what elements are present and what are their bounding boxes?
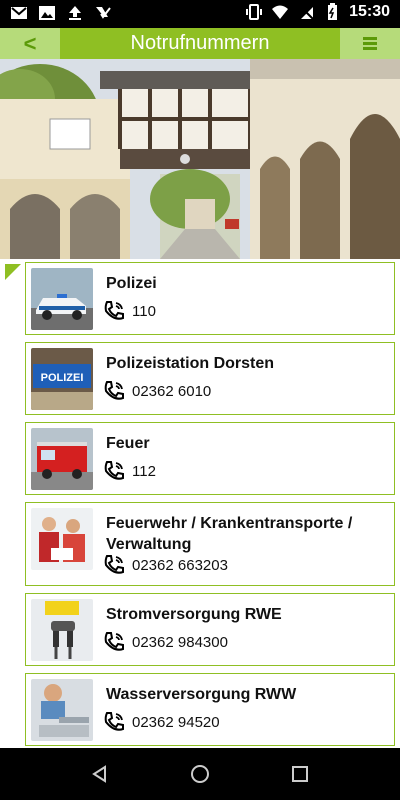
phone-number: 02362 6010 — [132, 382, 212, 400]
list-item[interactable]: Feuer 112 — [25, 422, 395, 495]
menu-button[interactable] — [340, 28, 400, 59]
contact-list: Polizei 110 POLIZEI Polizeistation Dorst… — [25, 262, 395, 790]
system-navigation-bar — [0, 748, 400, 800]
wifi-icon — [272, 5, 289, 19]
water-tap-photo — [31, 679, 93, 741]
contact-name: Feuerwehr / Krankentransporte / Verwaltun… — [106, 515, 353, 553]
upload-icon — [69, 6, 81, 20]
home-circle-icon[interactable] — [190, 764, 210, 784]
phone-number: 02362 984300 — [132, 633, 228, 651]
list-item[interactable]: Wasserversorgung RWW 02362 94520 — [25, 673, 395, 746]
contact-name: Wasserversorgung RWW — [106, 686, 297, 703]
phone-call-icon — [104, 301, 124, 320]
image-icon — [39, 6, 55, 20]
paramedics-photo — [31, 508, 93, 570]
phone-call-icon — [104, 712, 124, 731]
svg-text:POLIZEI: POLIZEI — [41, 372, 84, 384]
police-car-photo — [31, 268, 93, 330]
phone-call-icon — [104, 555, 124, 574]
phone-call-icon — [104, 632, 124, 651]
phone-number: 110 — [132, 302, 156, 320]
check-flag-icon — [96, 7, 111, 19]
phone-call-icon — [104, 461, 124, 480]
phone-link[interactable]: 02362 94520 — [102, 710, 220, 734]
contact-name: Feuer — [106, 435, 150, 452]
no-sim-icon — [298, 4, 314, 20]
town-hall-courtyard-photo — [0, 59, 400, 259]
recents-square-icon[interactable] — [290, 764, 310, 784]
back-button[interactable]: < — [0, 28, 60, 59]
list-item[interactable]: POLIZEI Polizeistation Dorsten 02362 601… — [25, 342, 395, 415]
phone-link[interactable]: 02362 984300 — [102, 630, 228, 654]
contact-name: Stromversorgung RWE — [106, 606, 282, 623]
phone-link[interactable]: 112 — [102, 459, 156, 483]
contact-name: Polizei — [106, 275, 157, 292]
list-item[interactable]: Polizei 110 — [25, 262, 395, 335]
back-triangle-icon[interactable] — [90, 764, 110, 784]
polizei-sign-photo: POLIZEI — [31, 348, 93, 410]
gmail-icon — [11, 7, 27, 19]
phone-number: 112 — [132, 462, 156, 480]
list-item[interactable]: Feuerwehr / Krankentransporte / Verwaltun… — [25, 502, 395, 586]
phone-link[interactable]: 110 — [102, 299, 156, 323]
phone-call-icon — [104, 381, 124, 400]
fire-truck-photo — [31, 428, 93, 490]
app-bar: < Notrufnummern — [0, 28, 400, 59]
phone-link[interactable]: 02362 6010 — [102, 379, 211, 403]
phone-number: 02362 94520 — [132, 713, 220, 731]
hamburger-menu-icon — [363, 35, 377, 52]
page-title: Notrufnummern — [130, 32, 270, 54]
battery-charging-icon — [328, 3, 338, 20]
power-plug-out-of-order-photo — [31, 599, 93, 661]
hero-image — [0, 59, 400, 259]
list-item[interactable]: Stromversorgung RWE 02362 984300 — [25, 593, 395, 666]
phone-number: 02362 663203 — [132, 556, 228, 574]
vibrate-icon — [246, 4, 263, 20]
phone-link[interactable]: 02362 663203 — [102, 553, 228, 577]
contact-name: Polizeistation Dorsten — [106, 355, 275, 372]
status-bar: 15:30 — [0, 0, 400, 28]
clock: 15:30 — [349, 3, 390, 20]
corner-marker — [5, 264, 21, 280]
back-chevron-icon: < — [23, 30, 37, 56]
